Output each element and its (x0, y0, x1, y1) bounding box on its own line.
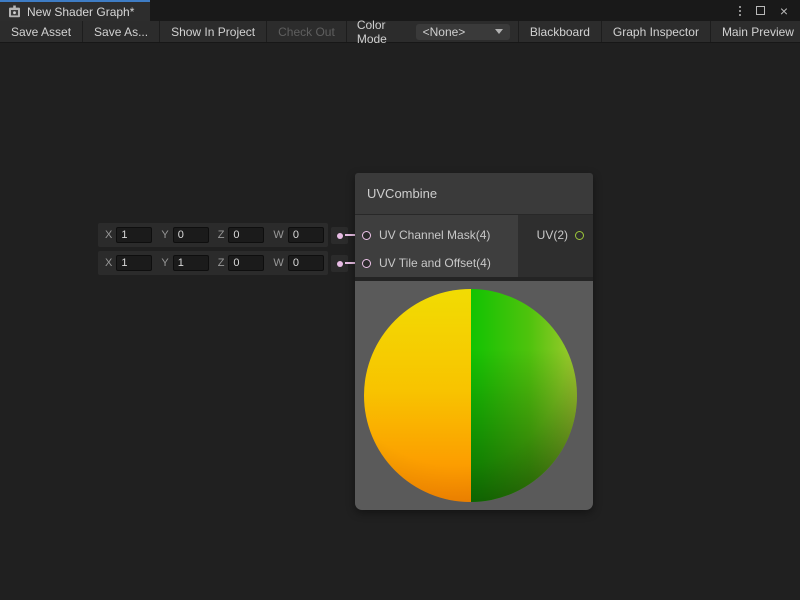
color-mode-group: Color Mode <None> (347, 21, 518, 42)
node-header[interactable]: UVCombine (355, 173, 593, 215)
dropdown-arrow-icon (495, 29, 503, 34)
vector-field-x: X (105, 227, 152, 243)
input-port-row: UV Channel Mask(4) (355, 221, 518, 249)
input-port-row: UV Tile and Offset(4) (355, 249, 518, 277)
save-as-button[interactable]: Save As... (83, 21, 160, 42)
vector-field-x: X (105, 255, 152, 271)
port-dot-icon (337, 233, 343, 239)
blackboard-button[interactable]: Blackboard (518, 21, 601, 42)
vector-field-z: Z (218, 255, 265, 271)
output-port-row: UV(2) (518, 221, 593, 249)
node-body: UV Channel Mask(4) UV Tile and Offset(4)… (355, 215, 593, 277)
color-mode-value: <None> (423, 25, 466, 39)
tab-title: New Shader Graph* (27, 5, 134, 19)
close-icon[interactable]: × (780, 4, 788, 18)
vector-field-y: Y (161, 255, 208, 271)
axis-label-x: X (105, 257, 112, 269)
vector-field-y: Y (161, 227, 208, 243)
save-asset-button[interactable]: Save Asset (0, 21, 83, 42)
axis-label-x: X (105, 229, 112, 241)
color-mode-label: Color Mode (357, 18, 407, 46)
axis-label-y: Y (161, 257, 168, 269)
node-uvcombine: UVCombine UV Channel Mask(4) UV Tile and… (355, 173, 593, 510)
output-port-label: UV(2) (537, 228, 568, 242)
show-in-project-button[interactable]: Show In Project (160, 21, 267, 42)
axis-label-y: Y (161, 229, 168, 241)
node-preview (355, 281, 593, 510)
axis-label-z: Z (218, 229, 225, 241)
output-port-icon[interactable] (575, 231, 584, 240)
maximize-icon[interactable] (756, 6, 765, 15)
toolbar-right-group: Blackboard Graph Inspector Main Preview (518, 21, 800, 42)
input-port-label: UV Channel Mask(4) (379, 228, 490, 242)
vector1-w-input[interactable] (288, 227, 324, 243)
vector4-input-row-1: X Y Z W (98, 223, 328, 247)
tab-new-shader-graph[interactable]: New Shader Graph* (0, 0, 150, 21)
node-title: UVCombine (367, 186, 437, 201)
preview-sphere (364, 289, 577, 502)
main-preview-button[interactable]: Main Preview (710, 21, 800, 42)
vector1-x-input[interactable] (116, 227, 152, 243)
color-mode-dropdown[interactable]: <None> (416, 24, 510, 40)
vector2-w-input[interactable] (288, 255, 324, 271)
vector1-y-input[interactable] (173, 227, 209, 243)
axis-label-w: W (273, 257, 283, 269)
sphere-left-half (364, 289, 471, 502)
shader-graph-icon (8, 5, 21, 18)
vector2-x-input[interactable] (116, 255, 152, 271)
vector-field-w: W (273, 227, 323, 243)
node-output-section: UV(2) (518, 215, 593, 277)
input-port-icon[interactable] (362, 231, 371, 240)
input-port-label: UV Tile and Offset(4) (379, 256, 491, 270)
window-menu-icon[interactable] (739, 6, 741, 16)
check-out-button: Check Out (267, 21, 347, 42)
vector2-z-input[interactable] (228, 255, 264, 271)
graph-inspector-button[interactable]: Graph Inspector (601, 21, 710, 42)
axis-label-w: W (273, 229, 283, 241)
vector-field-w: W (273, 255, 323, 271)
vector2-y-input[interactable] (173, 255, 209, 271)
axis-label-z: Z (218, 257, 225, 269)
toolbar: Save Asset Save As... Show In Project Ch… (0, 21, 800, 43)
window-controls: × (739, 0, 800, 21)
sphere-right-half (471, 289, 578, 502)
vector4-input-row-2: X Y Z W (98, 251, 328, 275)
port-dot-icon (337, 261, 343, 267)
node-input-section: UV Channel Mask(4) UV Tile and Offset(4) (355, 215, 518, 277)
input-port-icon[interactable] (362, 259, 371, 268)
vector-field-z: Z (218, 227, 265, 243)
vector1-z-input[interactable] (228, 227, 264, 243)
